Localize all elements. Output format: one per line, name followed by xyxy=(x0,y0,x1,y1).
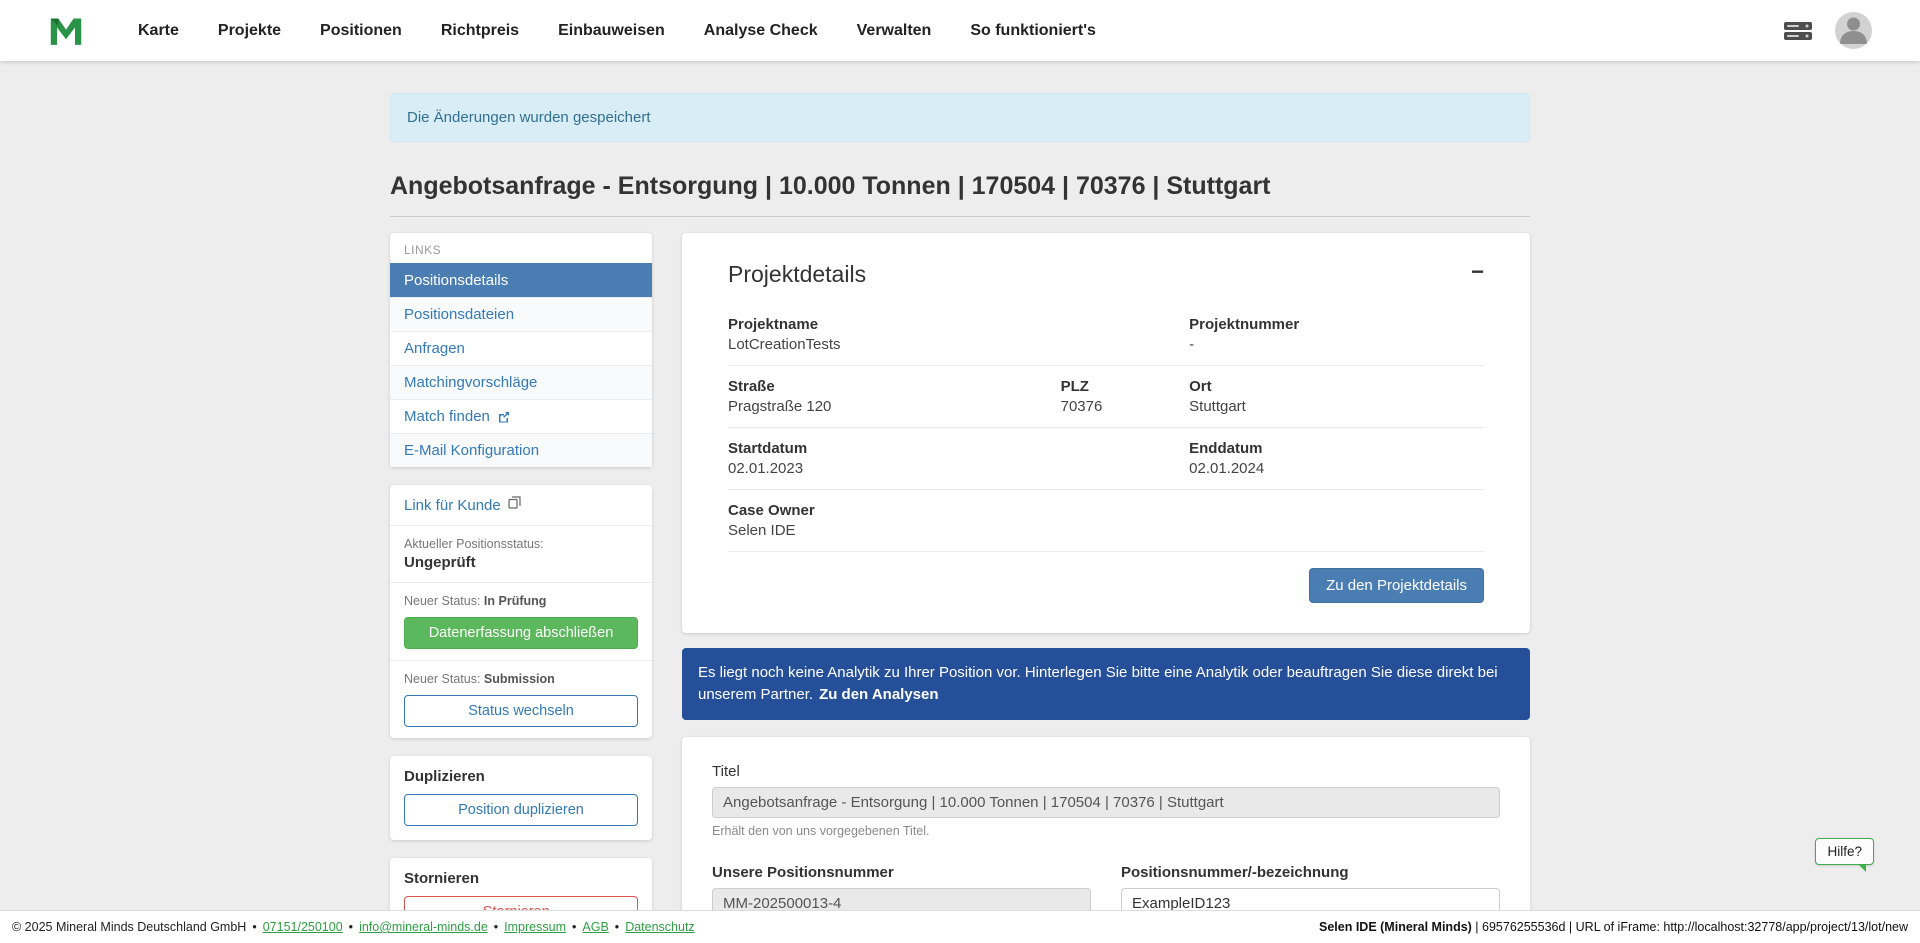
strasse-label: Straße xyxy=(728,378,1061,395)
project-details-row: Startdatum 02.01.2023 Enddatum 02.01.202… xyxy=(728,427,1484,489)
session-user: Selen IDE (Mineral Minds) xyxy=(1319,920,1472,934)
session-details: | 69576255536d | URL of iFrame: http://l… xyxy=(1472,920,1908,934)
analytics-banner: Es liegt noch keine Analytik zu Ihrer Po… xyxy=(682,648,1530,720)
sidebar-item-matchingvorschlaege[interactable]: Matchingvorschläge xyxy=(390,365,652,399)
footer-agb-link[interactable]: AGB xyxy=(582,920,608,934)
enddatum-label: Enddatum xyxy=(1189,440,1484,457)
duplicate-position-button[interactable]: Position duplizieren xyxy=(404,794,638,826)
nav-item-karte[interactable]: Karte xyxy=(138,22,179,40)
startdatum-label: Startdatum xyxy=(728,440,1189,457)
next-status-value: In Prüfung xyxy=(484,594,547,608)
next-status-block-1: Neuer Status: In Prüfung Datenerfassung … xyxy=(390,583,652,661)
current-status-block: Aktueller Positionsstatus: Ungeprüft xyxy=(390,526,652,583)
server-icon[interactable] xyxy=(1783,20,1813,42)
footer-phone-link[interactable]: 07151/250100 xyxy=(263,920,343,934)
plz-value: 70376 xyxy=(1061,398,1190,415)
projektname-value: LotCreationTests xyxy=(728,336,1189,353)
projektnummer-value: - xyxy=(1189,336,1484,353)
analytics-banner-text: Es liegt noch keine Analytik zu Ihrer Po… xyxy=(698,664,1498,703)
user-avatar[interactable] xyxy=(1835,12,1872,49)
logo[interactable] xyxy=(48,15,84,47)
titel-help: Erhält den von uns vorgegebenen Titel. xyxy=(712,824,1500,838)
current-status-label: Aktueller Positionsstatus: xyxy=(404,537,638,551)
sidebar-item-anfragen[interactable]: Anfragen xyxy=(390,331,652,365)
customer-link[interactable]: Link für Kunde xyxy=(404,497,501,514)
case-owner-label: Case Owner xyxy=(728,502,1484,519)
titel-label: Titel xyxy=(712,763,1500,780)
copyright-text: © 2025 Mineral Minds Deutschland GmbH xyxy=(12,920,246,934)
mineral-minds-logo-icon xyxy=(48,15,84,47)
project-details-row: Straße Pragstraße 120 PLZ 70376 Ort Stut… xyxy=(728,365,1484,427)
next-status-label: Neuer Status: xyxy=(404,594,480,608)
project-details-card: Projektdetails − Projektname LotCreation… xyxy=(682,233,1530,633)
sidebar-item-label: Match finden xyxy=(404,408,490,425)
projektnummer-label: Projektnummer xyxy=(1189,316,1484,333)
case-owner-value: Selen IDE xyxy=(728,522,1484,539)
titel-input xyxy=(712,787,1500,818)
external-link-icon xyxy=(498,411,510,423)
cancel-heading: Stornieren xyxy=(404,870,638,887)
complete-data-entry-button[interactable]: Datenerfassung abschließen xyxy=(404,617,638,649)
strasse-value: Pragstraße 120 xyxy=(728,398,1061,415)
navbar-right xyxy=(1783,12,1872,49)
success-alert: Die Änderungen wurden gespeichert xyxy=(390,93,1530,142)
footer-datenschutz-link[interactable]: Datenschutz xyxy=(625,920,694,934)
sidebar: LINKS Positionsdetails Positionsdateien … xyxy=(390,233,652,942)
duplicate-heading: Duplizieren xyxy=(404,768,638,785)
sidebar-item-positionsdateien[interactable]: Positionsdateien xyxy=(390,297,652,331)
next-status-block-2: Neuer Status: Submission Status wechseln xyxy=(390,661,652,738)
user-icon xyxy=(1835,12,1872,49)
project-details-row: Case Owner Selen IDE xyxy=(728,489,1484,551)
nav-item-projekte[interactable]: Projekte xyxy=(218,22,281,40)
nav-item-einbauweisen[interactable]: Einbauweisen xyxy=(558,22,665,40)
page-title: Angebotsanfrage - Entsorgung | 10.000 To… xyxy=(390,172,1530,217)
go-to-project-details-button[interactable]: Zu den Projektdetails xyxy=(1309,568,1484,603)
sidebar-item-positionsdetails[interactable]: Positionsdetails xyxy=(390,263,652,297)
switch-status-button[interactable]: Status wechseln xyxy=(404,695,638,727)
session-info: Selen IDE (Mineral Minds) | 69576255536d… xyxy=(1319,920,1908,934)
projektname-label: Projektname xyxy=(728,316,1189,333)
footer-impressum-link[interactable]: Impressum xyxy=(504,920,566,934)
navbar: Karte Projekte Positionen Richtpreis Ein… xyxy=(0,0,1920,61)
links-card: LINKS Positionsdetails Positionsdateien … xyxy=(390,233,652,467)
enddatum-value: 02.01.2024 xyxy=(1189,460,1484,477)
startdatum-value: 02.01.2023 xyxy=(728,460,1189,477)
collapse-button[interactable]: − xyxy=(1471,261,1484,283)
main-nav: Karte Projekte Positionen Richtpreis Ein… xyxy=(138,22,1783,40)
nav-item-so-funktionierts[interactable]: So funktioniert's xyxy=(970,22,1096,40)
project-details-title: Projektdetails xyxy=(728,261,866,288)
sidebar-item-match-finden[interactable]: Match finden xyxy=(390,399,652,433)
status-card: Link für Kunde Aktueller Positionsstatus… xyxy=(390,485,652,738)
next-status-value-2: Submission xyxy=(484,672,555,686)
plz-label: PLZ xyxy=(1061,378,1190,395)
nav-item-richtpreis[interactable]: Richtpreis xyxy=(441,22,519,40)
sidebar-item-email-konfiguration[interactable]: E-Mail Konfiguration xyxy=(390,433,652,467)
main-content: Projektdetails − Projektname LotCreation… xyxy=(682,233,1530,943)
nav-item-positionen[interactable]: Positionen xyxy=(320,22,402,40)
footer-email-link[interactable]: info@mineral-minds.de xyxy=(359,920,488,934)
current-status-value: Ungeprüft xyxy=(404,554,638,571)
help-button[interactable]: Hilfe? xyxy=(1815,838,1874,865)
duplicate-card: Duplizieren Position duplizieren xyxy=(390,756,652,840)
ort-label: Ort xyxy=(1189,378,1484,395)
copy-icon[interactable] xyxy=(508,496,521,514)
go-to-analyses-link[interactable]: Zu den Analysen xyxy=(819,686,938,703)
project-details-row: Projektname LotCreationTests Projektnumm… xyxy=(728,304,1484,365)
footer: © 2025 Mineral Minds Deutschland GmbH • … xyxy=(0,910,1920,943)
next-status-label-2: Neuer Status: xyxy=(404,672,480,686)
links-header: LINKS xyxy=(390,233,652,263)
position-number-label: Positionsnummer/-bezeichnung xyxy=(1121,864,1500,881)
nav-item-analyse-check[interactable]: Analyse Check xyxy=(704,22,818,40)
ort-value: Stuttgart xyxy=(1189,398,1484,415)
nav-item-verwalten[interactable]: Verwalten xyxy=(857,22,932,40)
our-position-number-label: Unsere Positionsnummer xyxy=(712,864,1091,881)
